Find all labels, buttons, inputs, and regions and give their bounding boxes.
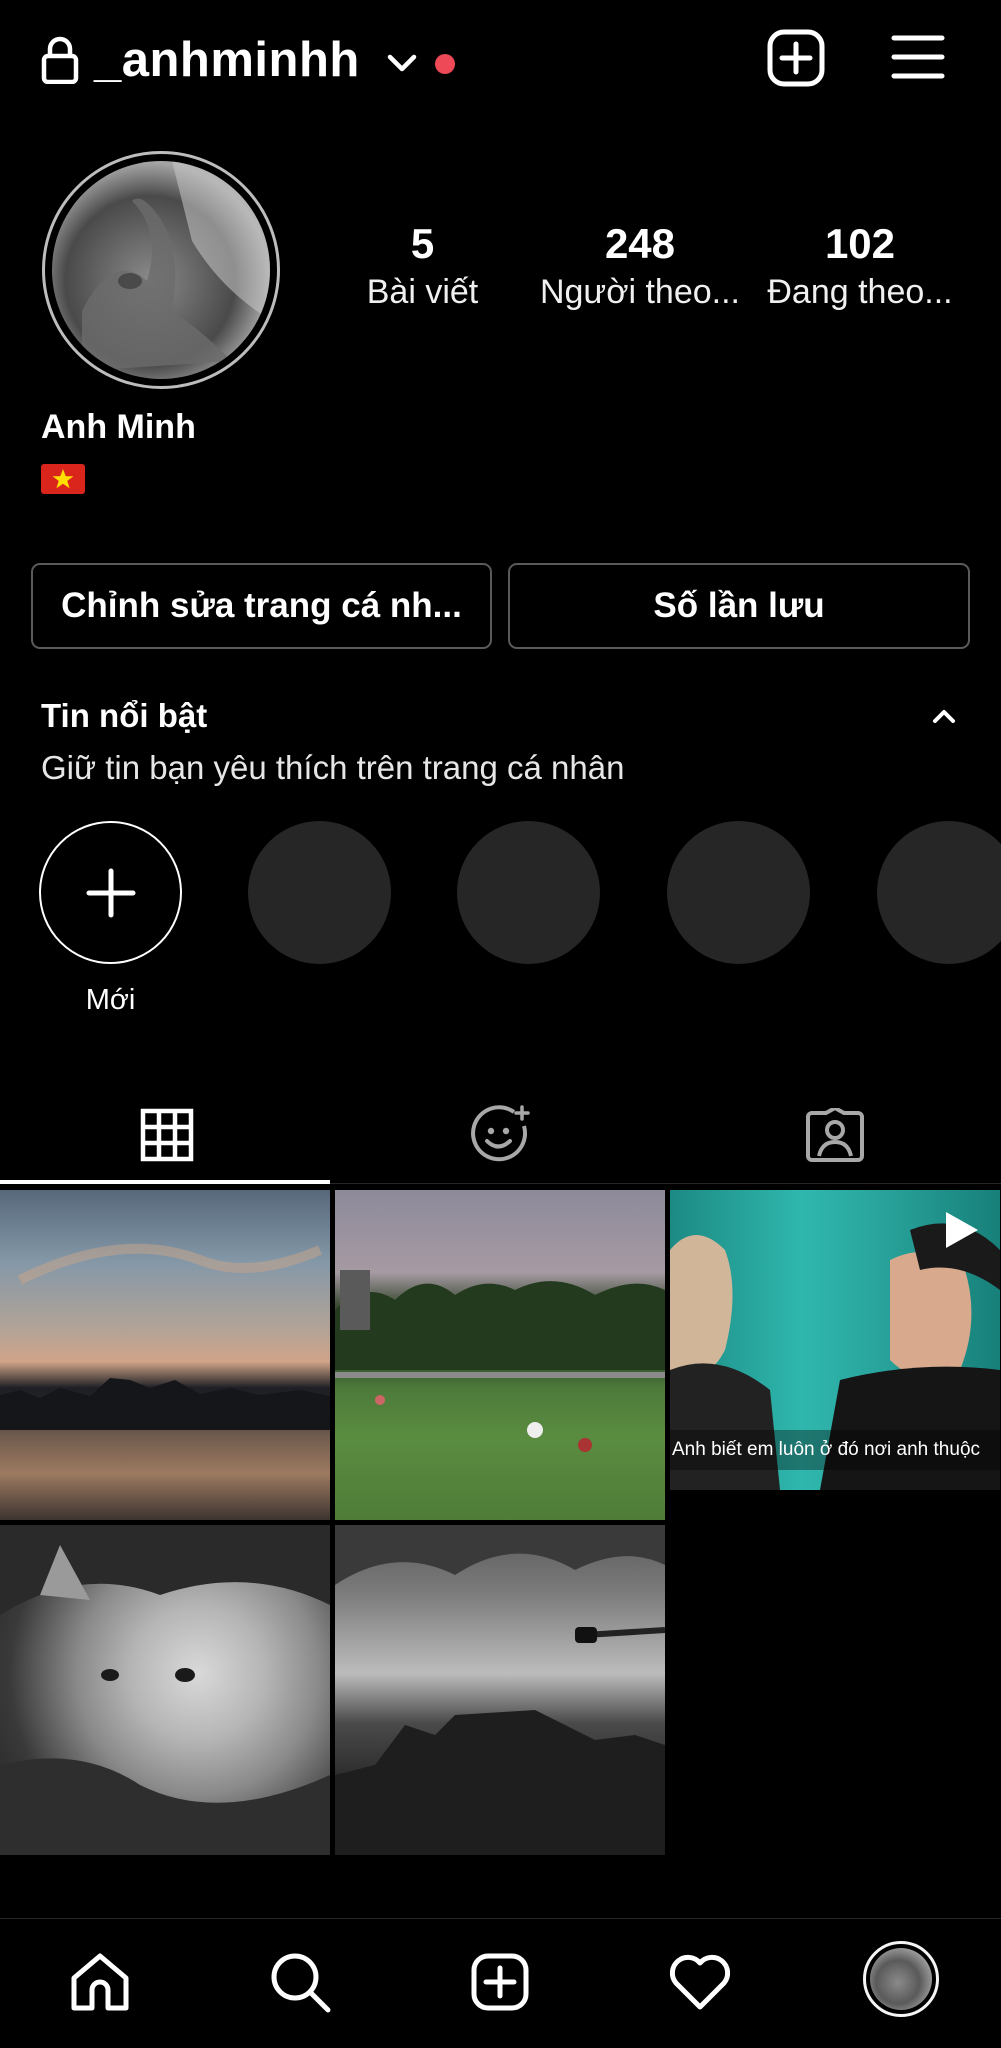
- vietnam-flag-icon: [41, 464, 85, 494]
- play-icon: [946, 1212, 978, 1248]
- new-highlight-label: Mới: [85, 984, 136, 1016]
- add-icon: [471, 1953, 529, 2011]
- bottom-navigation: [0, 1918, 1001, 2048]
- grid-icon: [140, 1108, 193, 1162]
- edit-profile-button[interactable]: Chỉnh sửa trang cá nh...: [31, 563, 492, 649]
- display-name: Anh Minh: [41, 408, 196, 446]
- smiley-sparkle-icon: [470, 1105, 530, 1162]
- highlight-placeholder: [457, 821, 600, 964]
- nav-search[interactable]: [265, 1947, 335, 2017]
- nav-add[interactable]: [465, 1947, 535, 2017]
- tab-tagged[interactable]: [668, 1085, 1001, 1185]
- highlight-placeholder: [877, 821, 1001, 964]
- notification-dot: [435, 54, 455, 74]
- nav-home[interactable]: [65, 1947, 135, 2017]
- post-thumbnail[interactable]: [335, 1525, 665, 1855]
- highlight-placeholder: [248, 821, 391, 964]
- tab-posts-grid[interactable]: [0, 1085, 333, 1185]
- post-thumbnail[interactable]: [0, 1190, 330, 1520]
- post-thumbnail[interactable]: [335, 1190, 665, 1520]
- tagged-person-icon: [805, 1108, 864, 1162]
- heart-icon: [669, 1954, 731, 2010]
- highlights-title: Tin nổi bật: [41, 697, 208, 734]
- highlights-subtitle: Giữ tin bạn yêu thích trên trang cá nhân: [41, 749, 625, 786]
- post-thumbnail[interactable]: [0, 1525, 330, 1855]
- home-icon: [71, 1953, 129, 2011]
- tab-reels[interactable]: [334, 1085, 667, 1185]
- lock-icon: [41, 36, 79, 84]
- following-count[interactable]: 102 Đang theo...: [760, 218, 960, 314]
- chevron-down-icon[interactable]: [386, 50, 418, 76]
- saved-button[interactable]: Số lần lưu: [508, 563, 970, 649]
- username-switcher[interactable]: _anhminhh: [94, 30, 360, 90]
- new-highlight-button[interactable]: [39, 821, 182, 964]
- search-icon: [271, 1953, 331, 2013]
- video-caption: Anh biết em luôn ở đó nơi anh thuộc: [670, 1430, 1000, 1470]
- chevron-up-icon[interactable]: [930, 704, 958, 728]
- posts-count[interactable]: 5 Bài viết: [360, 218, 485, 314]
- profile-avatar[interactable]: [42, 151, 280, 389]
- nav-profile-avatar[interactable]: [863, 1941, 939, 2017]
- add-post-icon[interactable]: [766, 28, 826, 88]
- highlight-placeholder: [667, 821, 810, 964]
- nav-activity[interactable]: [665, 1947, 735, 2017]
- active-tab-indicator: [0, 1180, 330, 1184]
- plus-icon: [86, 868, 136, 918]
- avatar-image: [52, 161, 270, 379]
- menu-icon[interactable]: [890, 32, 946, 82]
- top-bar: _anhminhh: [0, 0, 1001, 125]
- followers-count[interactable]: 248 Người theo...: [535, 218, 745, 314]
- video-thumbnail[interactable]: Anh biết em luôn ở đó nơi anh thuộc: [670, 1190, 1000, 1490]
- avatar-image: [870, 1948, 932, 2010]
